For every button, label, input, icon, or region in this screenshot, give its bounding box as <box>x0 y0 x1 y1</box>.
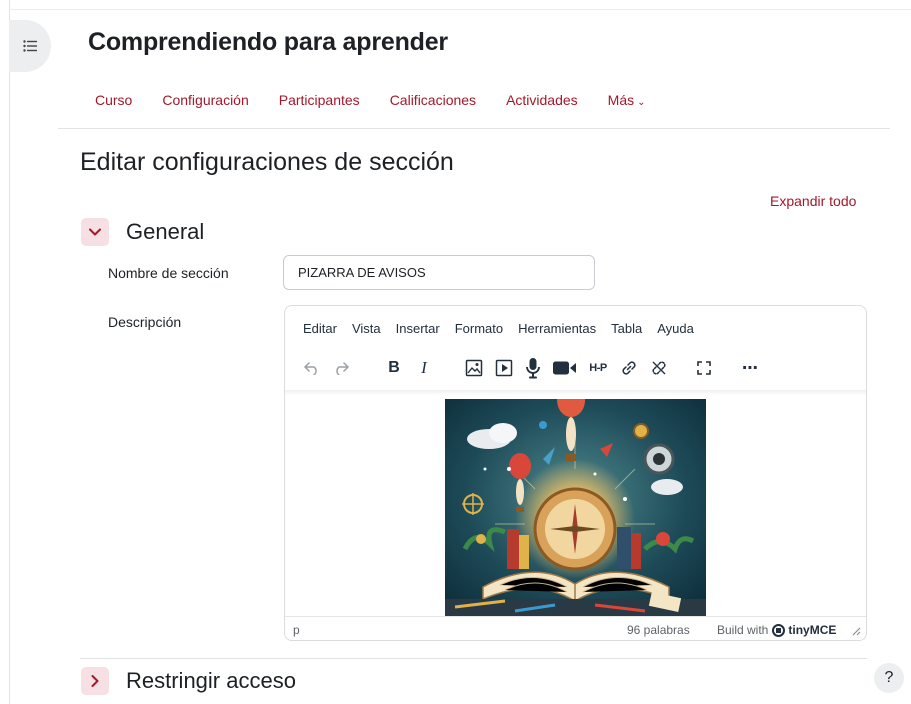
h5p-icon: H-P <box>589 362 607 374</box>
unlink-button[interactable] <box>646 354 672 382</box>
section-divider <box>80 658 867 659</box>
record-video-button[interactable] <box>550 354 580 382</box>
microphone-icon <box>526 358 540 379</box>
tab-calificaciones[interactable]: Calificaciones <box>375 90 491 110</box>
record-audio-button[interactable] <box>520 354 546 382</box>
editor-statusbar: p 96 palabras Build with tinyMCE <box>285 616 866 640</box>
restrict-access-title: Restringir acceso <box>126 668 296 693</box>
menu-tabla[interactable]: Tabla <box>611 321 642 336</box>
bold-button[interactable]: B <box>381 354 407 382</box>
media-button[interactable] <box>491 354 517 382</box>
resize-handle-icon[interactable] <box>851 626 861 636</box>
word-count[interactable]: 96 palabras <box>627 623 690 637</box>
help-button[interactable]: ? <box>874 663 904 693</box>
tab-configuracion[interactable]: Configuración <box>147 90 263 110</box>
media-icon <box>495 359 513 377</box>
secondary-navigation: Curso Configuración Participantes Califi… <box>80 90 661 110</box>
fullscreen-icon <box>697 361 711 375</box>
tab-mas-label: Más <box>607 92 635 108</box>
chevron-right-icon <box>91 675 99 687</box>
tinymce-icon <box>772 623 786 637</box>
page-heading: Editar configuraciones de sección <box>80 148 454 176</box>
list-icon <box>23 40 37 52</box>
chevron-down-icon: ⌄ <box>637 97 646 108</box>
element-path[interactable]: p <box>293 623 300 637</box>
page-top-border <box>9 9 911 10</box>
image-button[interactable] <box>461 354 487 382</box>
unlink-icon <box>652 361 666 375</box>
undo-button[interactable] <box>299 354 325 382</box>
editor-content-area[interactable] <box>285 394 866 616</box>
redo-icon <box>336 362 349 375</box>
tab-actividades[interactable]: Actividades <box>491 90 593 110</box>
tinymce-brand: tinyMCE <box>788 623 837 637</box>
link-button[interactable] <box>616 354 642 382</box>
h5p-button[interactable]: H-P <box>583 354 613 382</box>
menu-insertar[interactable]: Insertar <box>396 321 440 336</box>
menu-vista[interactable]: Vista <box>352 321 381 336</box>
more-icon: ⋯ <box>742 360 758 377</box>
menu-formato[interactable]: Formato <box>455 321 503 336</box>
expand-all-link[interactable]: Expandir todo <box>770 193 856 209</box>
italic-button[interactable]: I <box>411 354 437 382</box>
italic-icon: I <box>421 358 427 377</box>
general-section-title: General <box>126 219 205 244</box>
course-index-drawer-button[interactable] <box>9 20 51 72</box>
link-icon <box>622 361 636 375</box>
menu-ayuda[interactable]: Ayuda <box>657 321 694 336</box>
course-title: Comprendiendo para aprender <box>88 28 448 56</box>
page-left-border <box>9 0 10 704</box>
tab-participantes[interactable]: Participantes <box>264 90 375 110</box>
editor-menubar: Editar Vista Insertar Formato Herramient… <box>303 321 694 336</box>
redo-button[interactable] <box>328 354 354 382</box>
more-button[interactable]: ⋯ <box>737 354 763 382</box>
description-label: Descripción <box>108 314 182 330</box>
chevron-down-icon <box>89 228 101 236</box>
tab-curso[interactable]: Curso <box>80 90 147 110</box>
restrict-access-expand-toggle[interactable] <box>81 667 109 695</box>
video-camera-icon <box>553 361 576 375</box>
nav-divider <box>58 128 890 129</box>
bold-icon: B <box>388 359 400 376</box>
build-with-label: Build with <box>717 623 769 637</box>
image-icon <box>465 359 483 377</box>
description-editor: Editar Vista Insertar Formato Herramient… <box>284 305 867 641</box>
menu-editar[interactable]: Editar <box>303 321 337 336</box>
fullscreen-button[interactable] <box>691 354 717 382</box>
tab-mas[interactable]: Más ⌄ <box>593 90 661 110</box>
menu-herramientas[interactable]: Herramientas <box>518 321 596 336</box>
section-name-label: Nombre de sección <box>108 265 229 281</box>
book-illustration-image <box>445 399 706 616</box>
tinymce-branding[interactable]: Build with tinyMCE <box>717 623 836 637</box>
undo-icon <box>304 362 317 375</box>
tinymce-logo: tinyMCE <box>772 623 836 637</box>
section-name-input[interactable] <box>283 255 595 290</box>
general-collapse-toggle[interactable] <box>81 218 109 246</box>
